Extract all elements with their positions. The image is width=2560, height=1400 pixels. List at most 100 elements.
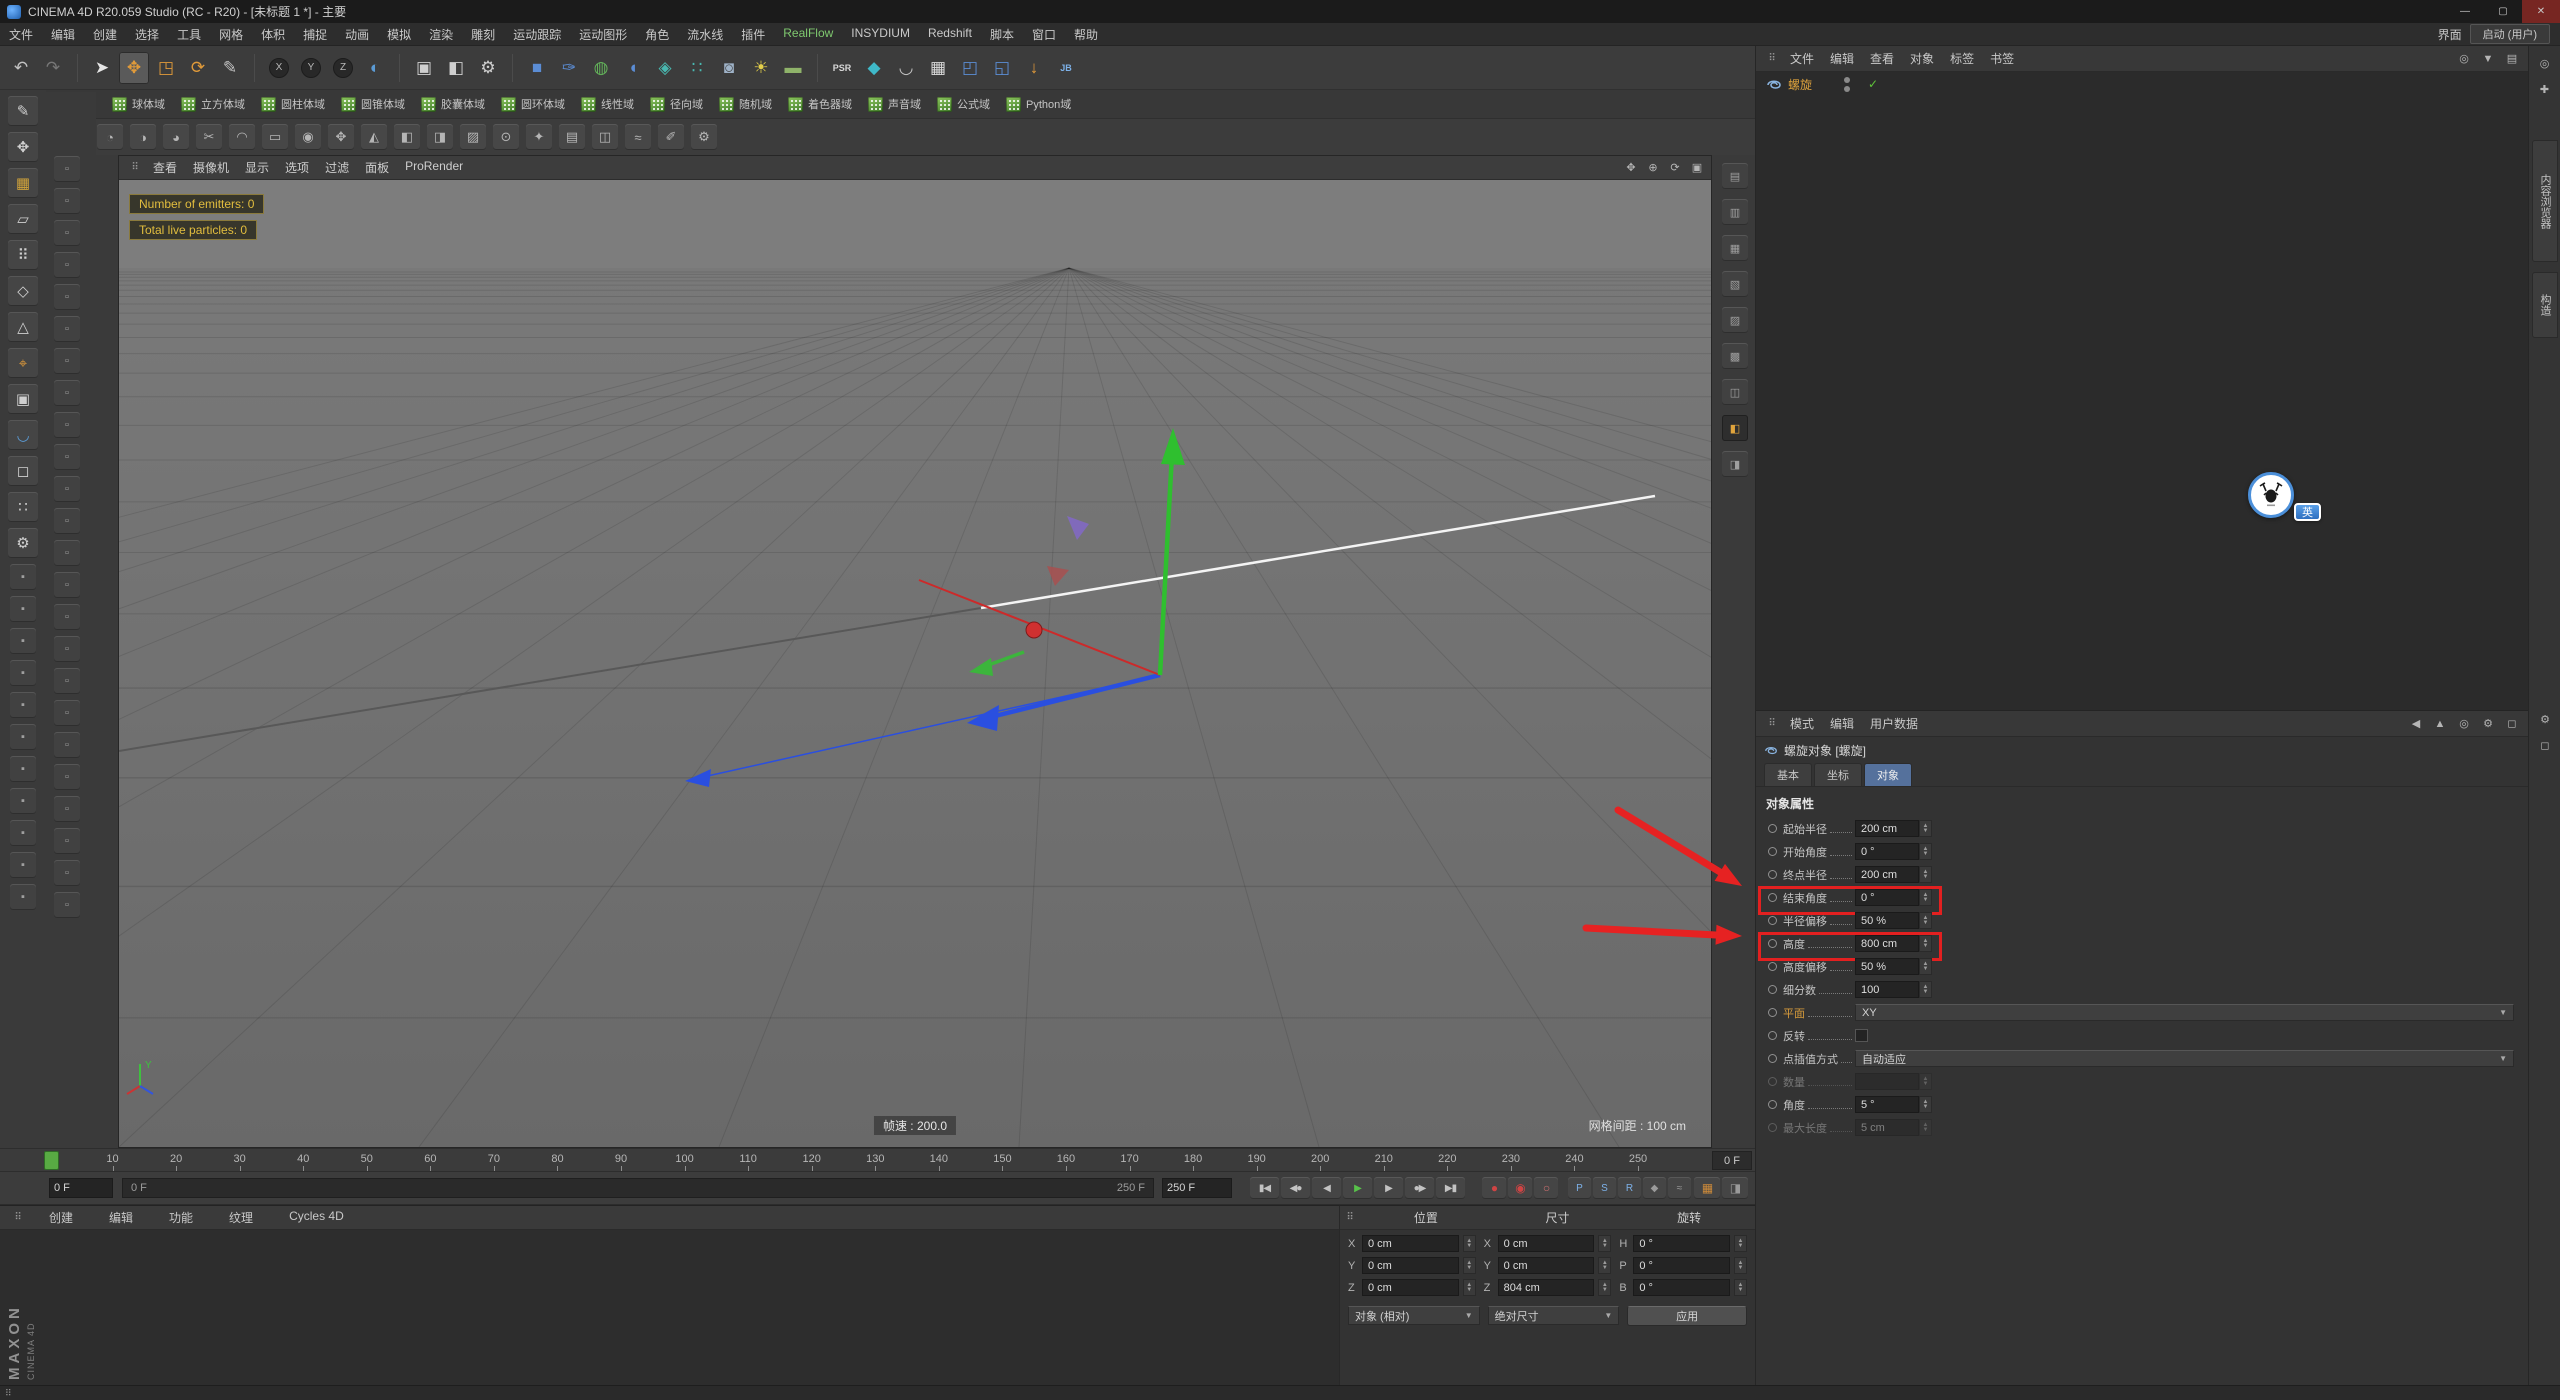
param-value-field[interactable]: 200 cm (1855, 866, 1919, 883)
sidebar-extra-icon-2[interactable]: ▪ (10, 596, 36, 622)
coordinate-spinner[interactable]: ▲▼ (1598, 1279, 1611, 1296)
param-select[interactable]: 自动适应▼ (1855, 1050, 2514, 1067)
maximize-button[interactable]: ▢ (2484, 0, 2522, 23)
am-gear-icon[interactable]: ⚙ (2478, 715, 2498, 733)
floor-icon[interactable]: ▬ (778, 52, 808, 84)
am-forward-icon[interactable]: ▲ (2430, 715, 2450, 733)
param-value-field[interactable]: 0 ° (1855, 843, 1919, 860)
param-value-field[interactable]: 5 cm (1855, 1119, 1919, 1136)
menu-item-15[interactable]: 角色 (636, 26, 678, 43)
go-to-start-button[interactable]: ▮◀ (1250, 1177, 1279, 1199)
workplane-lock-icon[interactable]: ◻ (8, 456, 38, 486)
attribute-manager-menu-3[interactable]: 用户数据 (1862, 715, 1926, 732)
coordinate-mode-select[interactable]: 对象 (相对) ▼ (1348, 1306, 1480, 1325)
spinner-down-icon[interactable]: ▼ (1602, 1288, 1608, 1293)
coordinate-spinner[interactable]: ▲▼ (1734, 1279, 1747, 1296)
sculpt-brush-icon[interactable]: ✐ (658, 124, 684, 150)
am-lock-icon[interactable]: ◻ (2502, 715, 2522, 733)
field-button-3[interactable]: 立方体域 (181, 96, 245, 112)
sculpt-stamp-icon[interactable]: ✦ (526, 124, 552, 150)
keyframe-dot-icon[interactable] (1768, 939, 1777, 948)
sculpt-grab-icon[interactable]: ✥ (328, 124, 354, 150)
palette-slot-icon-1[interactable]: ▫ (54, 156, 80, 182)
viewport-menu-6[interactable]: 面板 (357, 159, 397, 176)
keyframe-dot-icon[interactable] (1768, 824, 1777, 833)
tab-content-browser[interactable]: 内容浏览器 (2532, 140, 2558, 262)
palette-layout-icon-6[interactable]: ▩ (1722, 343, 1748, 369)
position-x-field[interactable]: 0 cm (1362, 1235, 1459, 1252)
rotation-toggle[interactable]: R (1618, 1177, 1641, 1199)
viewport-zoom-icon[interactable]: ⊕ (1643, 159, 1663, 177)
panel-grip-icon[interactable]: ⠿ (125, 162, 145, 173)
qr-updater-icon[interactable]: ▦ (923, 52, 953, 84)
am-search-icon[interactable]: ◎ (2454, 715, 2474, 733)
param-value-field[interactable]: 5 ° (1855, 1096, 1919, 1113)
field-button-6[interactable]: 胶囊体域 (421, 96, 485, 112)
light-icon[interactable]: ☀ (746, 52, 776, 84)
palette-slot-icon-5[interactable]: ▫ (54, 284, 80, 310)
previous-key-button[interactable]: ◀● (1281, 1177, 1310, 1199)
attribute-manager-menu-2[interactable]: 编辑 (1822, 715, 1862, 732)
model-mode-icon[interactable]: ✥ (8, 132, 38, 162)
viewport-menu-4[interactable]: 选项 (277, 159, 317, 176)
keyframe-dot-icon[interactable] (1768, 1008, 1777, 1017)
palette-slot-icon-21[interactable]: ▫ (54, 796, 80, 822)
param-checkbox[interactable] (1855, 1029, 1868, 1042)
ime-indicator-logo[interactable] (2248, 472, 2294, 518)
rotation-b-field[interactable]: 0 ° (1633, 1279, 1730, 1296)
redo-icon[interactable]: ↷ (38, 52, 68, 84)
instance-icon[interactable]: ◈ (650, 52, 680, 84)
menu-item-16[interactable]: 流水线 (678, 26, 732, 43)
material-tab-5[interactable]: Cycles 4D (280, 1209, 353, 1226)
size-mode-select[interactable]: 绝对尺寸 ▼ (1488, 1306, 1620, 1325)
param-spinner[interactable]: ▲▼ (1919, 912, 1932, 929)
playhead-marker[interactable] (44, 1151, 59, 1170)
spinner-down-icon[interactable]: ▼ (1923, 1105, 1929, 1110)
spinner-down-icon[interactable]: ▼ (1923, 944, 1929, 949)
keyframe-dot-icon[interactable] (1768, 870, 1777, 879)
end-frame-field[interactable]: 250 F (1162, 1178, 1232, 1198)
field-button-14[interactable]: Python域 (1006, 96, 1071, 112)
timeline-ruler[interactable]: 0 F 102030405060708090100110120130140150… (0, 1148, 1755, 1172)
palette-layout-icon-5[interactable]: ▨ (1722, 307, 1748, 333)
quantize-icon[interactable]: ∷ (8, 492, 38, 522)
object-list[interactable]: 螺旋 ✓ (1756, 72, 2528, 710)
viewport-menu-3[interactable]: 显示 (237, 159, 277, 176)
object-manager-menu-4[interactable]: 对象 (1902, 50, 1942, 67)
palette-layout-icon-7[interactable]: ◫ (1722, 379, 1748, 405)
jb-plugin-button[interactable]: JB (1051, 52, 1081, 84)
spinner-down-icon[interactable]: ▼ (1738, 1244, 1744, 1249)
menu-item-4[interactable]: 选择 (126, 26, 168, 43)
viewport-menu-7[interactable]: ProRender (397, 159, 471, 176)
record-keyframe-button[interactable]: ● (1482, 1177, 1506, 1199)
param-spinner[interactable]: ▲▼ (1919, 981, 1932, 998)
field-button-7[interactable]: 圆环体域 (501, 96, 565, 112)
object-manager-menu-3[interactable]: 查看 (1862, 50, 1902, 67)
sculpt-settings-icon[interactable]: ⚙ (691, 124, 717, 150)
coordinate-spinner[interactable]: ▲▼ (1734, 1235, 1747, 1252)
scale-tool-icon[interactable]: ◳ (151, 52, 181, 84)
param-value-field[interactable]: 800 cm (1855, 935, 1919, 952)
coordinate-spinner[interactable]: ▲▼ (1463, 1279, 1476, 1296)
material-tab-2[interactable]: 编辑 (100, 1209, 142, 1226)
menu-item-9[interactable]: 动画 (336, 26, 378, 43)
points-mode-icon[interactable]: ⠿ (8, 240, 38, 270)
enable-axis-icon[interactable]: ⌖ (8, 348, 38, 378)
viewport-layout-icon[interactable]: ▣ (1687, 159, 1707, 177)
menu-item-22[interactable]: 窗口 (1023, 26, 1065, 43)
palette-slot-icon-15[interactable]: ▫ (54, 604, 80, 630)
sculpt-mask-icon[interactable]: ▨ (460, 124, 486, 150)
play-button[interactable]: ▶ (1343, 1177, 1372, 1199)
menu-item-6[interactable]: 网格 (210, 26, 252, 43)
viewport-solo-icon[interactable]: ▣ (8, 384, 38, 414)
spinner-down-icon[interactable]: ▼ (1466, 1244, 1472, 1249)
menu-item-3[interactable]: 创建 (84, 26, 126, 43)
camera-icon[interactable]: ◙ (714, 52, 744, 84)
field-button-2[interactable]: 球体域 (112, 96, 165, 112)
attribute-tab-3[interactable]: 对象 (1864, 763, 1912, 786)
field-button-4[interactable]: 圆柱体域 (261, 96, 325, 112)
keyframe-dot-icon[interactable] (1768, 1123, 1777, 1132)
scale-toggle[interactable]: S (1593, 1177, 1616, 1199)
plugin-puzzle-icon-2[interactable]: ◱ (987, 52, 1017, 84)
go-to-end-button[interactable]: ▶▮ (1436, 1177, 1465, 1199)
